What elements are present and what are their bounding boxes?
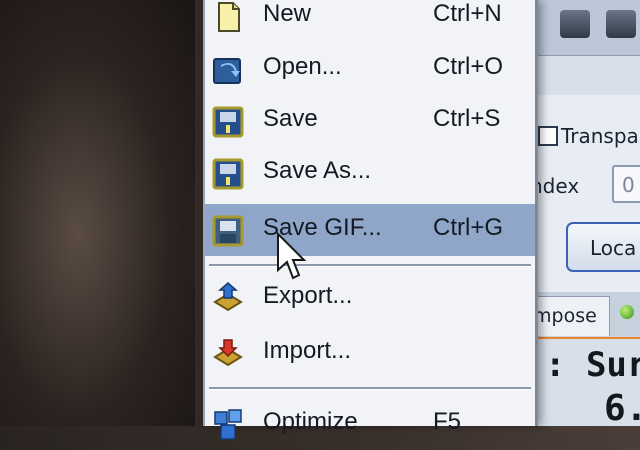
menu-item-save-as[interactable]: Save As... <box>205 147 535 199</box>
menu-item-label: Save <box>263 105 318 132</box>
locate-button[interactable]: Loca <box>566 222 640 272</box>
camera-icon[interactable] <box>560 10 590 38</box>
menu-item-save[interactable]: Save Ctrl+S <box>205 95 535 147</box>
menu-item-label: New <box>263 0 312 27</box>
menu-separator <box>209 264 531 267</box>
menu-item-optimize[interactable]: Optimize F5 <box>205 398 535 450</box>
status-dot-icon[interactable] <box>620 305 634 319</box>
menu-item-import[interactable]: Import... <box>205 327 535 379</box>
mouse-pointer-icon <box>277 232 306 280</box>
menu-item-label: Save As... <box>263 157 372 184</box>
file-menu: New Ctrl+N Open... Ctrl+O Save Ctrl+S Sa… <box>203 0 538 440</box>
new-file-icon <box>218 2 240 32</box>
menu-item-new[interactable]: New Ctrl+N <box>205 0 535 42</box>
menu-item-export[interactable]: Export... <box>205 272 535 324</box>
status-heading: : Sur <box>545 345 640 385</box>
film-icon[interactable] <box>606 10 636 38</box>
optimize-icon <box>214 409 242 440</box>
export-icon <box>213 282 243 312</box>
menu-item-label: Export... <box>263 282 353 309</box>
status-number: 6. <box>604 388 640 429</box>
menu-item-open[interactable]: Open... Ctrl+O <box>205 43 535 95</box>
transparency-label: Transpa <box>561 124 639 148</box>
menu-item-label: Open... <box>263 53 342 80</box>
menu-item-label: Optimize <box>263 408 358 435</box>
save-gif-icon <box>212 215 244 247</box>
menu-item-shortcut: Ctrl+G <box>433 214 504 241</box>
index-input[interactable]: 0 <box>612 165 640 203</box>
tab-compose[interactable]: mpose <box>526 296 610 336</box>
menu-item-shortcut: F5 <box>433 408 462 435</box>
transparency-checkbox[interactable] <box>538 126 558 146</box>
monitor-bezel-background <box>0 0 195 426</box>
save-as-icon <box>212 158 244 190</box>
import-icon <box>213 339 243 367</box>
save-icon <box>212 106 244 138</box>
menu-separator <box>209 387 531 390</box>
menu-item-label: Import... <box>263 337 352 364</box>
open-folder-icon <box>213 58 241 84</box>
menu-item-save-gif[interactable]: Save GIF... Ctrl+G <box>205 204 535 256</box>
menu-item-shortcut: Ctrl+S <box>433 105 501 132</box>
menu-item-shortcut: Ctrl+N <box>433 0 502 27</box>
menu-item-shortcut: Ctrl+O <box>433 53 504 80</box>
